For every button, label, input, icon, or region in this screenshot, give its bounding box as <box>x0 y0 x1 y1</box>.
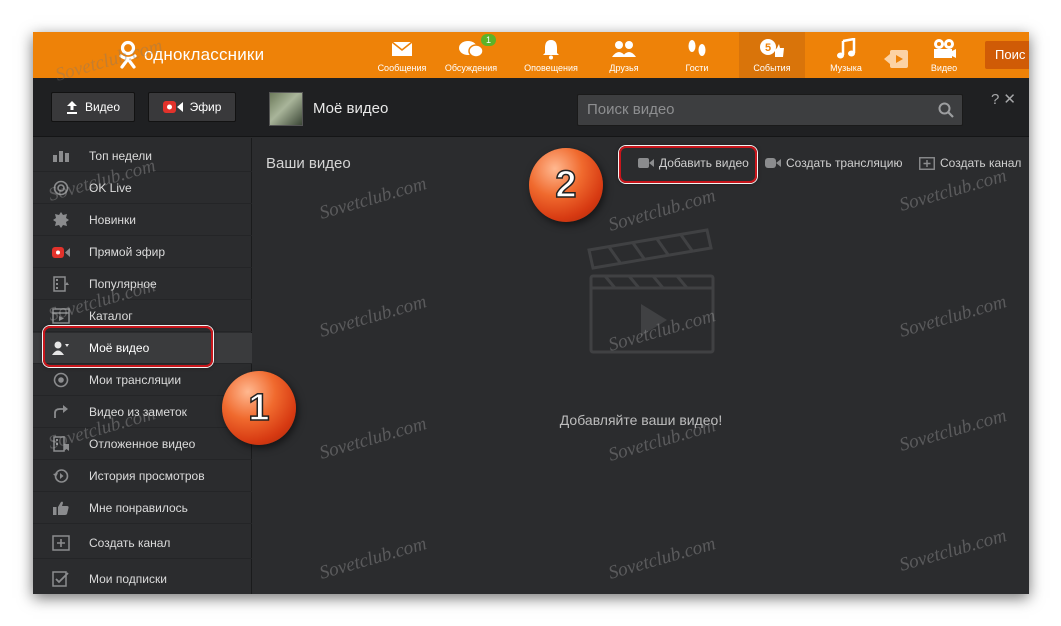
nav-label: Друзья <box>609 63 639 73</box>
go-live-button[interactable]: Эфир <box>148 92 236 122</box>
catalog-icon <box>33 308 89 324</box>
brand-logo[interactable]: одноклассники <box>117 40 264 70</box>
section-title: Ваши видео <box>266 155 351 172</box>
brand-name: одноклассники <box>144 45 265 64</box>
nav-label: Музыка <box>830 63 862 73</box>
my-video-thumbnail <box>269 92 303 126</box>
search-icon[interactable] <box>938 102 954 118</box>
discussions-badge: 1 <box>480 34 496 46</box>
nav-messages[interactable]: Сообщения <box>369 32 435 78</box>
highlight-add-video <box>619 146 757 183</box>
thumbs-up-icon <box>33 500 89 516</box>
sidebar-item-history[interactable]: История просмотров <box>33 461 252 492</box>
sidebar-item-label: Мои трансляции <box>89 373 182 387</box>
create-channel-button[interactable]: Создать канал <box>919 156 1021 170</box>
sidebar-item-label: Мне понравилось <box>89 501 188 515</box>
upload-video-button[interactable]: Видео <box>51 92 135 122</box>
sidebar-item-new[interactable]: Новинки <box>33 205 252 236</box>
nav-label: Гости <box>685 63 709 73</box>
new-burst-icon <box>33 212 89 228</box>
sidebar-item-label: Популярное <box>89 277 157 291</box>
music-note-icon <box>833 37 859 61</box>
chat-bubbles-icon: 1 <box>458 34 496 61</box>
app-window: одноклассники Сообщения 1 Обсуждения Опо… <box>33 32 1029 594</box>
sidebar-item-my-broadcasts[interactable]: Мои трансляции <box>33 365 252 396</box>
live-camera-icon <box>33 246 89 258</box>
events-badge-number: 5 <box>765 42 771 54</box>
bell-icon <box>538 37 564 61</box>
sidebar-item-label: Прямой эфир <box>89 245 165 259</box>
nav-notifications[interactable]: Оповещения <box>518 32 584 78</box>
sidebar-item-label: OK Live <box>89 181 132 195</box>
create-broadcast-button[interactable]: Создать трансляцию <box>765 156 902 170</box>
ok-logo-icon <box>119 40 137 69</box>
envelope-icon <box>389 37 415 61</box>
sidebar-item-popular[interactable]: Популярное <box>33 269 252 300</box>
top-chart-icon <box>33 150 89 162</box>
subscriptions-icon <box>33 571 89 587</box>
nav-guests[interactable]: Гости <box>664 32 730 78</box>
add-channel-icon <box>33 535 89 551</box>
global-search-button[interactable]: Поис <box>985 41 1029 69</box>
nav-label: Видео <box>930 63 958 73</box>
history-icon <box>33 468 89 484</box>
sidebar-item-label: Отложенное видео <box>89 437 196 451</box>
sidebar-item-subscriptions[interactable]: Мои подписки <box>33 564 252 594</box>
sidebar-item-deferred[interactable]: Отложенное видео <box>33 429 252 460</box>
search-placeholder: Поиск видео <box>587 101 675 118</box>
nav-discussions[interactable]: 1 Обсуждения <box>438 32 504 78</box>
popular-film-icon <box>33 276 89 292</box>
sidebar-item-label: Видео из заметок <box>89 405 187 419</box>
upload-video-label: Видео <box>84 100 121 114</box>
main-content: Ваши видео Добавить видео Создать трансл… <box>253 138 1029 594</box>
footprints-icon <box>684 37 710 61</box>
step-2-marker: 2 <box>529 148 603 222</box>
film-camera-icon <box>931 37 957 61</box>
ok-live-icon <box>33 180 89 196</box>
sidebar-item-liked[interactable]: Мне понравилось <box>33 493 252 524</box>
create-channel-label: Создать канал <box>940 156 1022 170</box>
live-camera-icon <box>162 101 183 113</box>
sidebar-item-ok-live[interactable]: OK Live <box>33 173 252 204</box>
page-title: Моё видео <box>313 100 389 117</box>
nav-label: События <box>753 63 791 73</box>
nav-label: Сообщения <box>377 63 427 73</box>
highlight-my-video <box>43 326 213 367</box>
friends-icon <box>611 37 637 61</box>
sidebar-item-create-channel[interactable]: Создать канал <box>33 528 252 559</box>
clapperboard-icon <box>587 228 715 354</box>
empty-state-text: Добавляйте ваши видео! <box>559 412 723 428</box>
nav-friends[interactable]: Друзья <box>591 32 657 78</box>
sidebar-item-label: Мои подписки <box>89 572 167 586</box>
sidebar-item-top-week[interactable]: Топ недели <box>33 141 252 172</box>
create-broadcast-label: Создать трансляцию <box>786 156 903 170</box>
sidebar-item-label: Новинки <box>89 213 136 227</box>
events-icon: 5 <box>759 37 785 61</box>
help-close-controls: ?✕ <box>991 90 1020 108</box>
sidebar-item-label: Топ недели <box>89 149 152 163</box>
video-header: Видео Эфир Моё видео Поиск видео ?✕ <box>33 78 1029 137</box>
sidebar-item-label: Создать канал <box>89 536 171 550</box>
video-play-icon <box>883 47 909 71</box>
help-button[interactable]: ? <box>991 91 1003 108</box>
broadcast-icon <box>33 372 89 388</box>
close-button[interactable]: ✕ <box>1003 91 1020 108</box>
share-arrow-icon <box>33 404 89 420</box>
bookmark-film-icon <box>33 436 89 452</box>
sidebar-item-label: Каталог <box>89 309 133 323</box>
sidebar-item-live[interactable]: Прямой эфир <box>33 237 252 268</box>
top-navigation-bar: одноклассники Сообщения 1 Обсуждения Опо… <box>33 32 1029 78</box>
sidebar-item-notes-video[interactable]: Видео из заметок <box>33 397 252 428</box>
add-channel-icon <box>919 156 935 170</box>
sidebar-item-label: История просмотров <box>89 469 205 483</box>
step-1-marker: 1 <box>222 371 296 445</box>
nav-events[interactable]: 5 События <box>739 32 805 78</box>
broadcast-camera-icon <box>765 158 781 168</box>
go-live-label: Эфир <box>189 100 222 114</box>
nav-video[interactable]: Видео <box>911 32 977 78</box>
nav-label: Обсуждения <box>444 63 498 73</box>
upload-arrow-icon <box>66 101 77 114</box>
nav-label: Оповещения <box>524 63 578 73</box>
video-search-input[interactable]: Поиск видео <box>577 94 963 126</box>
